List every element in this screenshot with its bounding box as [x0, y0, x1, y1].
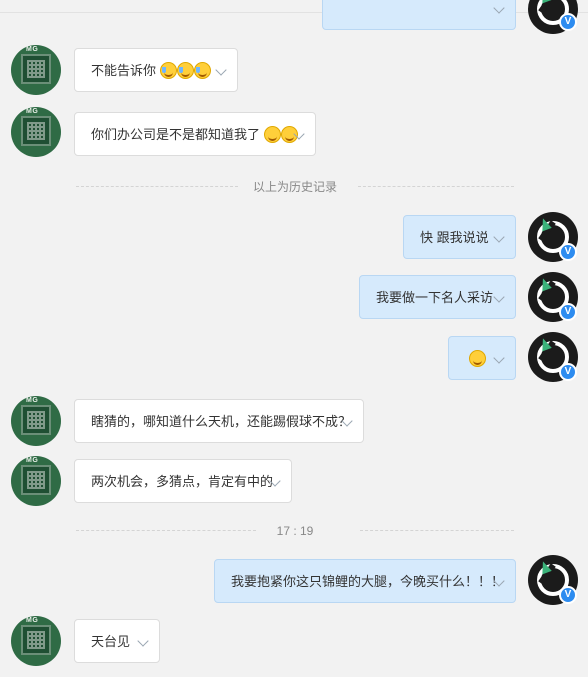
chevron-down-icon[interactable] [215, 64, 227, 76]
chevron-down-icon[interactable] [493, 291, 505, 303]
time-divider-label: 17 : 19 [276, 524, 314, 538]
tears-of-joy-emoji-icon [159, 61, 177, 79]
chevron-down-icon[interactable] [493, 2, 505, 14]
message-bubble-outgoing[interactable]: 我要做一下名人采访 [359, 275, 516, 319]
avatar-contact[interactable]: MG [11, 45, 61, 95]
message-text: 我要抱紧你这只锦鲤的大腿，今晚买什么！！！ [231, 574, 505, 589]
shy-face-emoji-icon [263, 125, 281, 143]
avatar-logo-text: MG [26, 397, 39, 404]
time-divider: 17 : 19 [76, 521, 514, 541]
message-bubble-incoming[interactable]: 瞎猜的，哪知道什么天机，还能踢假球不成？ [74, 399, 364, 443]
verified-badge-icon: V [559, 13, 577, 31]
avatar-contact[interactable]: MG [11, 396, 61, 446]
avatar-logo-text: MG [26, 457, 39, 464]
history-divider: 以上为历史记录 [76, 177, 514, 197]
verified-badge-icon: V [559, 303, 577, 321]
message-text: 两次机会，多猜点，肯定有中的 [91, 474, 274, 489]
message-bubble-outgoing[interactable] [448, 336, 516, 380]
avatar-logo-text: MG [26, 46, 39, 53]
message-bubble-incoming[interactable]: 你们办公司是不是都知道我了 [74, 112, 316, 156]
verified-badge-icon: V [559, 243, 577, 261]
message-bubble-incoming[interactable]: 两次机会，多猜点，肯定有中的 [74, 459, 292, 503]
history-divider-label: 以上为历史记录 [252, 180, 337, 194]
message-text: 我要做一下名人采访 [376, 290, 494, 305]
message-text: 瞎猜的，哪知道什么天机，还能踢假球不成？ [91, 414, 352, 429]
message-bubble-outgoing[interactable]: 我要抱紧你这只锦鲤的大腿，今晚买什么！！！ [214, 559, 516, 603]
message-bubble-outgoing[interactable] [322, 0, 516, 30]
avatar-logo-text: MG [26, 617, 39, 624]
message-bubble-outgoing[interactable]: 快 跟我说说 [403, 215, 516, 259]
tears-of-joy-emoji-icon [193, 61, 211, 79]
screaming-face-emoji-icon [468, 349, 486, 367]
verified-badge-icon: V [559, 586, 577, 604]
avatar-contact[interactable]: MG [11, 456, 61, 506]
message-bubble-incoming[interactable]: 不能告诉你 [74, 48, 238, 92]
message-text: 不能告诉你 [91, 63, 157, 78]
chevron-down-icon[interactable] [493, 231, 505, 243]
avatar-contact[interactable]: MG [11, 616, 61, 666]
chevron-down-icon[interactable] [137, 635, 149, 647]
message-text: 快 跟我说说 [420, 230, 489, 245]
verified-badge-icon: V [559, 363, 577, 381]
chevron-down-icon[interactable] [493, 352, 505, 364]
message-bubble-incoming[interactable]: 天台见 [74, 619, 160, 663]
message-text: 你们办公司是不是都知道我了 [91, 127, 261, 142]
avatar-contact[interactable]: MG [11, 107, 61, 157]
tears-of-joy-emoji-icon [176, 61, 194, 79]
avatar-logo-text: MG [26, 108, 39, 115]
message-text: 天台见 [91, 634, 131, 649]
